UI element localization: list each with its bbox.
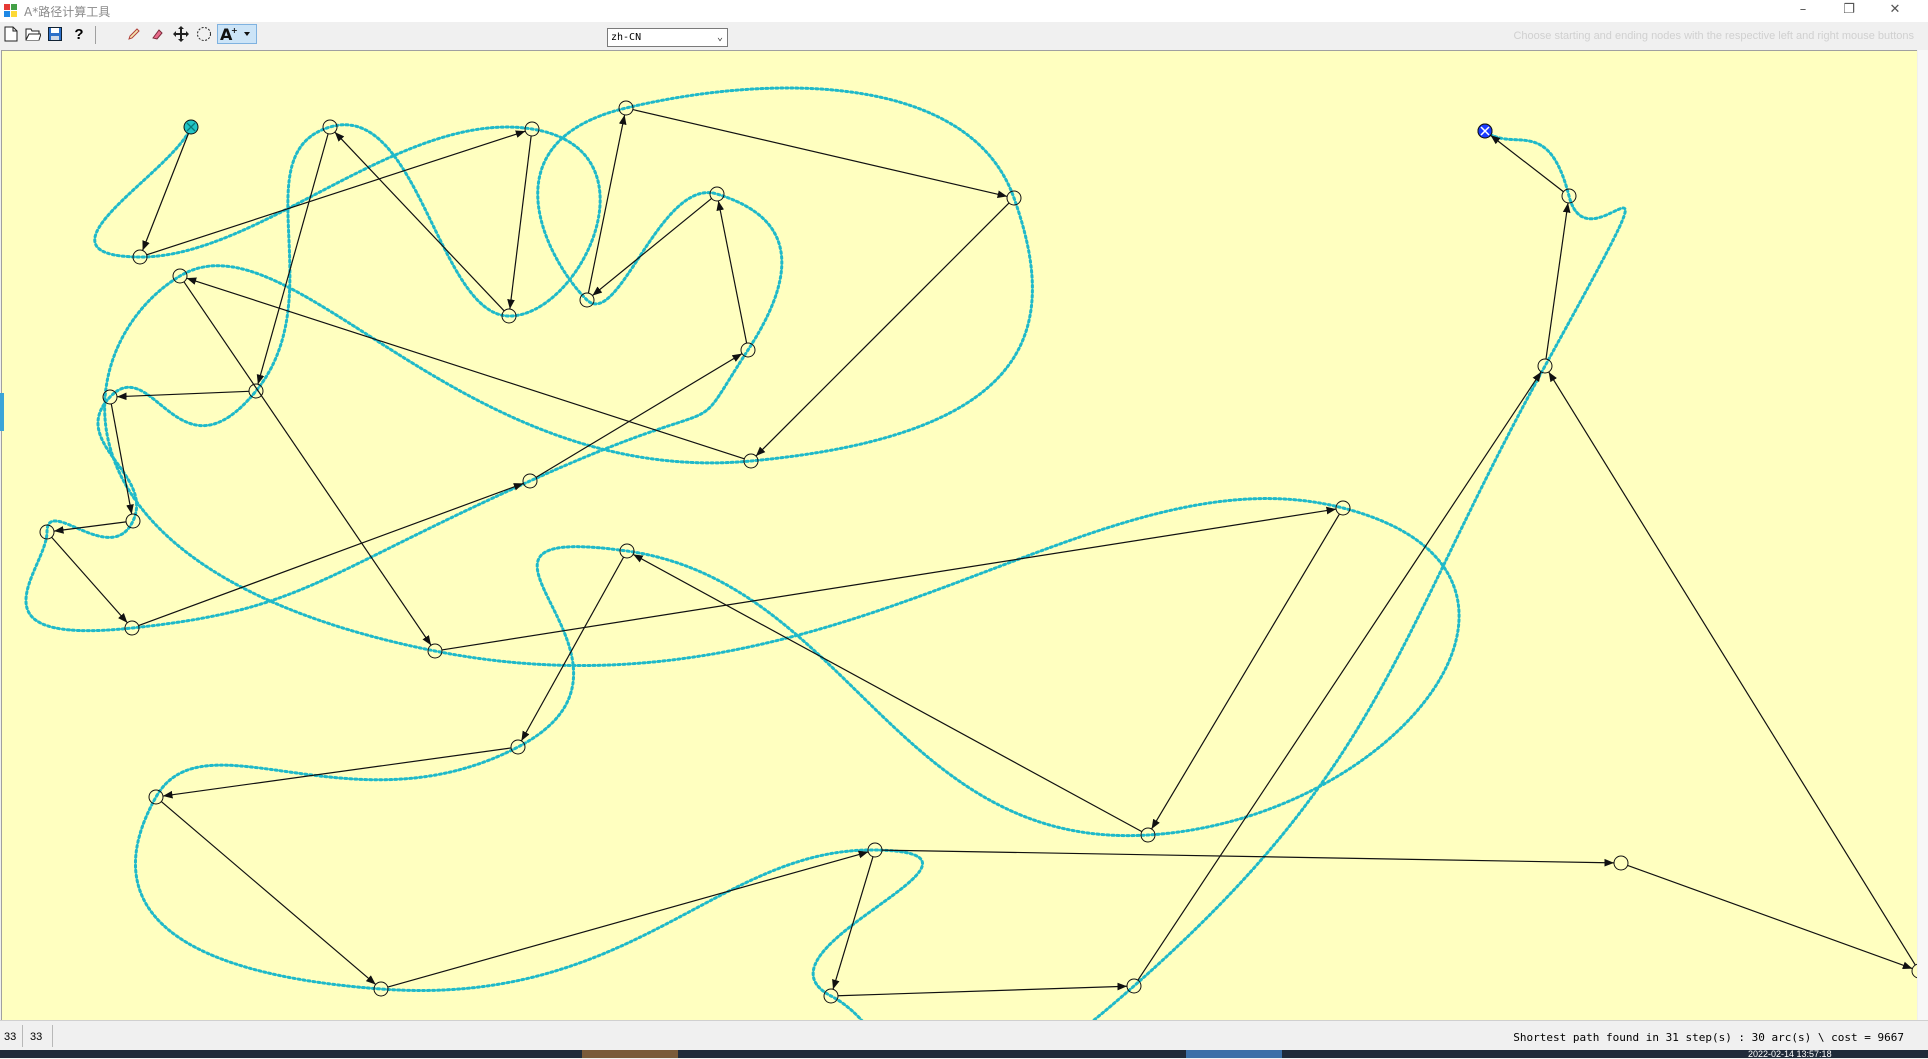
move-icon[interactable] (171, 24, 191, 44)
language-select[interactable]: zh-CN ⌄ (607, 28, 728, 47)
taskbar-clock: 2022-02-14 13:57:18 (1748, 1049, 1832, 1059)
pencil-icon[interactable] (124, 24, 144, 44)
graph-arc (837, 982, 1128, 997)
graph-node (1613, 855, 1629, 871)
toolbar-separator (95, 26, 96, 44)
taskbar-app-chip[interactable] (582, 1050, 678, 1058)
graph-canvas[interactable] (1, 50, 1917, 1020)
instruction-hint: Choose starting and ending nodes with th… (1513, 30, 1914, 42)
taskbar: 2022-02-14 13:57:18 (0, 1049, 1928, 1059)
status-node-count: 33 (4, 1031, 17, 1043)
graph-arc (1490, 134, 1564, 193)
title-bar: A*路径计算工具 – ❐ ✕ (0, 0, 1928, 22)
graph-arc (256, 133, 329, 385)
graph-arc (334, 131, 505, 312)
graph-arc (1545, 202, 1571, 360)
graph-arc (441, 506, 1337, 651)
graph-arc (632, 553, 1143, 833)
graph-arc (116, 390, 250, 401)
close-button[interactable]: ✕ (1872, 0, 1918, 22)
svg-text:+: + (231, 26, 238, 35)
graph-arc (160, 801, 377, 985)
window-title: A*路径计算工具 (24, 5, 111, 19)
graph-arc (1627, 864, 1913, 970)
status-arc-count: 33 (30, 1031, 43, 1043)
graph-node (1561, 188, 1577, 204)
status-bar: 33 33 Shortest path found in 31 step(s) … (0, 1020, 1928, 1050)
graph-arc (146, 130, 526, 256)
status-divider (22, 1025, 23, 1047)
graph-arc (881, 849, 1615, 867)
language-select-value: zh-CN (611, 32, 642, 43)
graph-arc (587, 114, 627, 294)
save-icon[interactable] (45, 24, 65, 44)
graph-arc (51, 536, 128, 624)
graph-arc (755, 202, 1010, 457)
graph-arc (535, 353, 743, 478)
graph-arc (507, 135, 532, 310)
side-handle[interactable] (0, 393, 4, 431)
graph-arc (162, 747, 512, 799)
graph-arc (716, 200, 748, 344)
open-folder-icon[interactable] (23, 24, 43, 44)
chevron-down-icon: ⌄ (716, 32, 723, 43)
minimize-button[interactable]: – (1780, 0, 1826, 22)
status-divider (52, 1025, 53, 1047)
graph-node (1911, 963, 1917, 979)
graph-arc (183, 281, 432, 646)
graph-arc (141, 133, 190, 251)
shortest-path-curve (24, 86, 1627, 1020)
graph-drawing (24, 86, 1917, 1020)
graph-arc (592, 197, 712, 297)
text-add-icon[interactable]: A + (217, 24, 257, 44)
status-message: Shortest path found in 31 step(s) : 30 a… (1513, 1031, 1904, 1044)
graph-arc (1548, 371, 1916, 966)
app-icon (4, 4, 17, 17)
help-icon[interactable]: ? (69, 24, 89, 44)
graph-arc (387, 850, 869, 988)
new-file-icon[interactable] (1, 24, 21, 44)
graph-arc (1137, 371, 1542, 981)
circle-select-icon[interactable] (194, 24, 214, 44)
scrollbar-track[interactable] (1918, 50, 1928, 1020)
graph-arc (520, 556, 625, 742)
graph-arc (832, 856, 874, 990)
graph-arc (1151, 513, 1340, 830)
taskbar-app-chip[interactable] (1186, 1050, 1282, 1058)
graph-arc (138, 482, 524, 627)
restore-button[interactable]: ❐ (1826, 0, 1872, 22)
eraser-icon[interactable] (147, 24, 167, 44)
